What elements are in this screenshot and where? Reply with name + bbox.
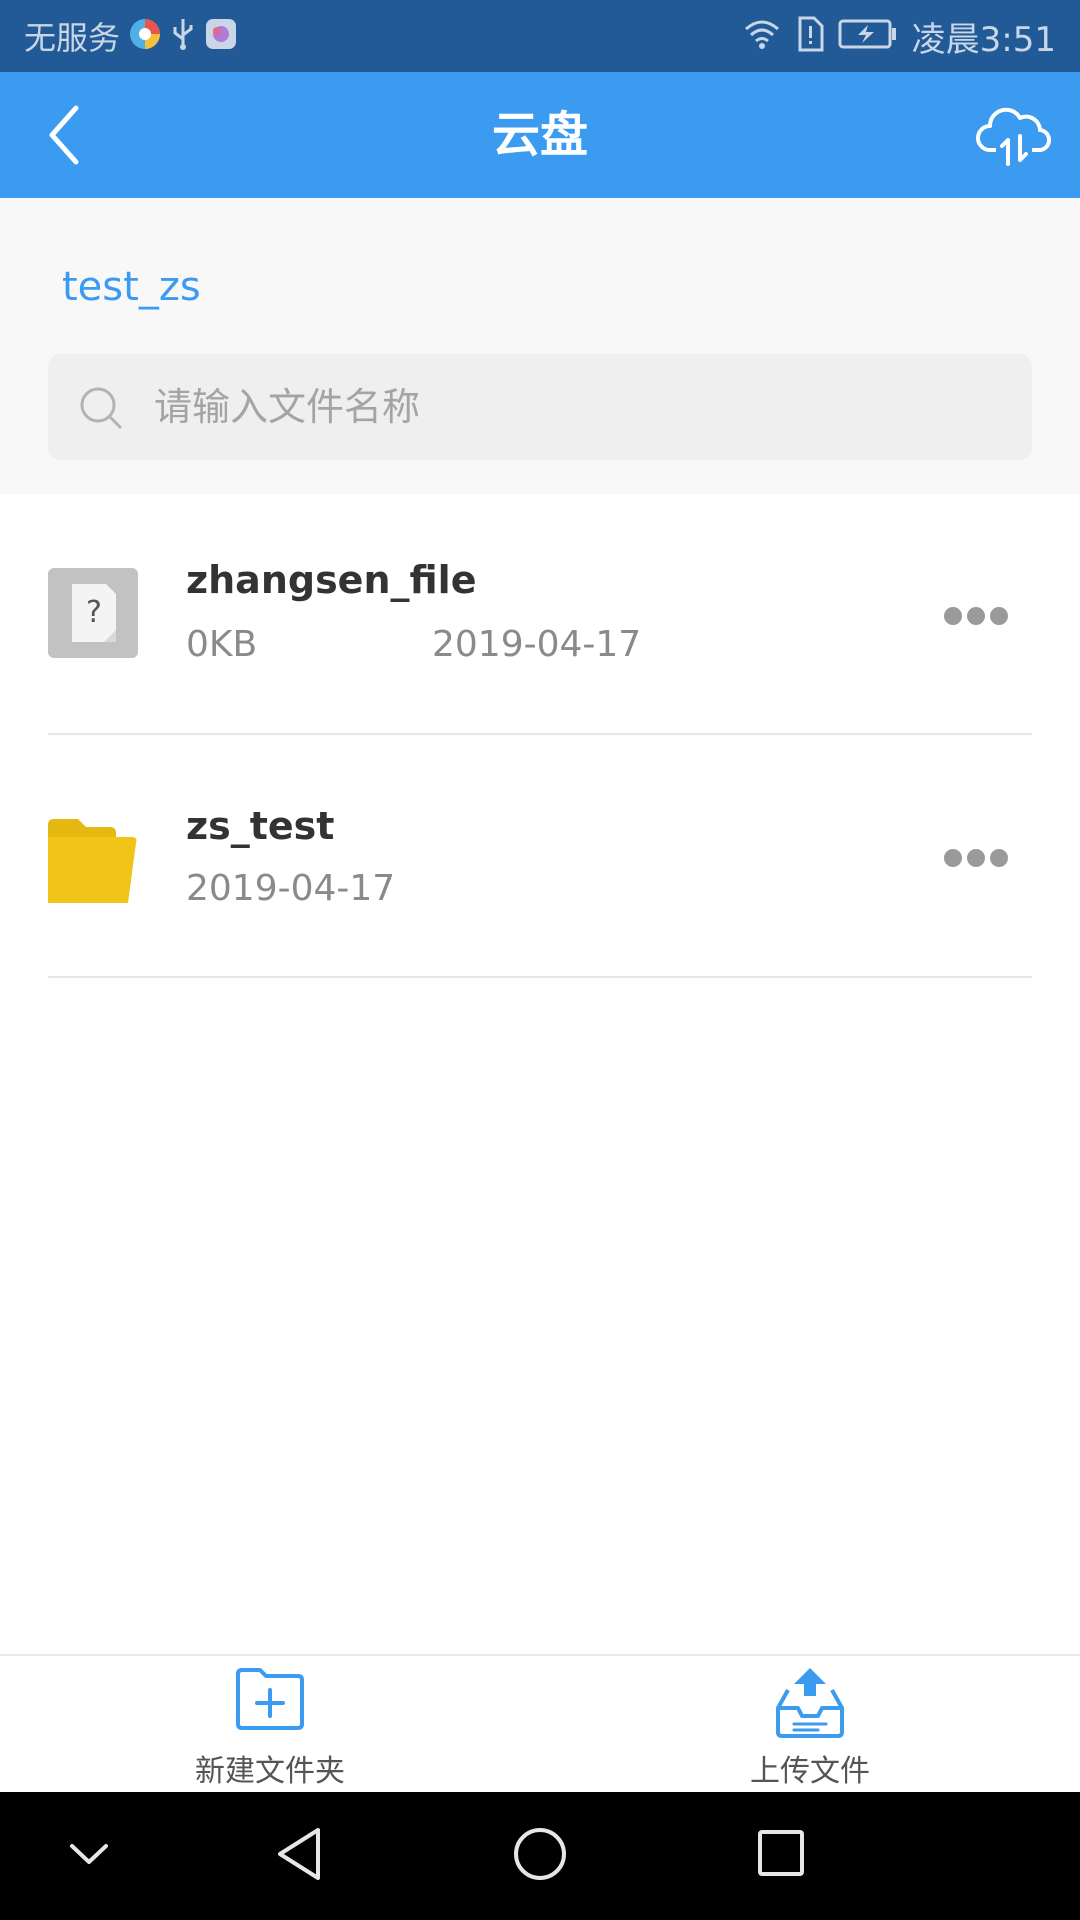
search-icon (80, 387, 122, 429)
more-dot (944, 849, 962, 867)
back-button[interactable] (40, 102, 100, 168)
page-title: 云盘 (491, 107, 588, 163)
carrier-label: 无服务 (24, 19, 121, 57)
upload-tray-icon (776, 1668, 844, 1738)
bottom-action-bar: 新建文件夹 上传文件 (0, 1654, 1080, 1794)
file-name: zhangsen_file (186, 558, 477, 602)
more-options-button[interactable] (944, 846, 1008, 870)
cloud-transfer-icon (976, 107, 1051, 166)
file-row[interactable]: ? zhangsen_file 0KB 2019-04-17 (0, 494, 1080, 736)
usb-icon (170, 17, 196, 55)
more-dot (990, 849, 1008, 867)
more-dot (944, 607, 962, 625)
system-nav-bar (0, 1792, 1080, 1920)
new-folder-button[interactable]: 新建文件夹 (120, 1656, 420, 1794)
unknown-file-icon: ? (48, 568, 138, 658)
more-dot (967, 849, 985, 867)
file-name: zs_test (186, 804, 335, 848)
home-circle-icon[interactable] (512, 1826, 568, 1882)
more-options-button[interactable] (944, 604, 1008, 628)
wifi-icon (742, 17, 782, 55)
search-box[interactable] (48, 354, 1032, 460)
status-left: 无服务 (24, 0, 238, 72)
new-folder-label: 新建文件夹 (195, 1754, 345, 1789)
upload-file-button[interactable]: 上传文件 (660, 1656, 960, 1794)
sim-alert-icon (796, 16, 824, 56)
battery-charging-icon (838, 19, 898, 53)
more-dot (990, 607, 1008, 625)
upload-file-label: 上传文件 (750, 1754, 870, 1789)
browser-icon (128, 17, 162, 55)
chevron-down-icon[interactable] (66, 1834, 112, 1874)
svg-text:?: ? (86, 595, 102, 630)
folder-icon (48, 819, 137, 903)
app-bar: 云盘 (0, 72, 1080, 198)
chevron-left-icon (49, 105, 79, 165)
status-bar: 无服务 凌晨3:51 (0, 0, 1080, 72)
file-date: 2019-04-17 (432, 624, 642, 665)
file-size: 0KB (186, 624, 258, 665)
file-row[interactable]: zs_test 2019-04-17 (0, 736, 1080, 978)
search-input[interactable] (154, 354, 1004, 460)
more-dot (967, 607, 985, 625)
app-icon (204, 17, 238, 55)
status-time: 凌晨3:51 (911, 19, 1056, 60)
breadcrumb[interactable]: test_zs (62, 264, 201, 310)
divider (48, 976, 1032, 978)
divider (48, 733, 1032, 735)
new-folder-icon (236, 1668, 304, 1730)
back-triangle-icon[interactable] (274, 1826, 324, 1882)
header-area: test_zs (0, 198, 1080, 494)
status-right: 凌晨3:51 (742, 0, 1056, 72)
cloud-transfer-button[interactable] (976, 100, 1052, 170)
file-date: 2019-04-17 (186, 868, 396, 909)
recents-square-icon[interactable] (756, 1828, 806, 1878)
